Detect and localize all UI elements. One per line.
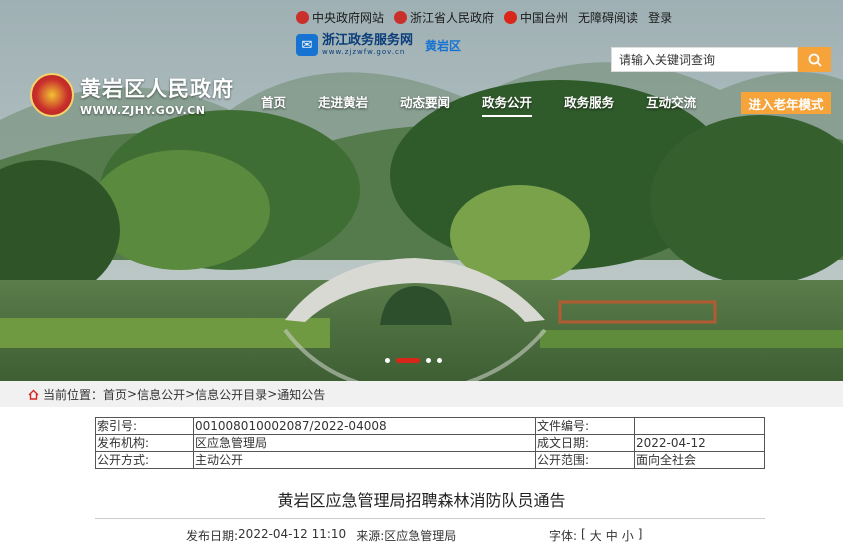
breadcrumb: 当前位置： 首页 > 信息公开 > 信息公开目录 > 通知公告: [0, 381, 843, 407]
nav-news[interactable]: 动态要闻: [400, 92, 450, 117]
breadcrumb-item-home[interactable]: 首页: [103, 386, 127, 403]
table-row: 公开方式: 主动公开 公开范围: 面向全社会: [95, 451, 765, 469]
breadcrumb-item-info-open[interactable]: 信息公开: [137, 386, 185, 403]
zj-service-name: 浙江政务服务网: [322, 33, 414, 48]
search-button[interactable]: [798, 47, 831, 72]
breadcrumb-item-notices[interactable]: 通知公告: [277, 386, 325, 403]
carousel-dot[interactable]: [385, 358, 390, 363]
main-nav: 首页 走进黄岩 动态要闻 政务公开 政务服务 互动交流: [261, 92, 696, 117]
font-label: 字体:: [549, 529, 578, 543]
zj-service-link[interactable]: ✉ 浙江政务服务网 www.zjzwfw.gov.cn 黄岩区: [296, 34, 461, 56]
table-cell: [634, 417, 765, 435]
breadcrumb-item-info-catalog[interactable]: 信息公开目录: [195, 386, 267, 403]
taizhou-emblem-icon: [504, 11, 518, 24]
national-emblem-icon: [296, 11, 309, 24]
search-input[interactable]: [611, 47, 798, 72]
publish-date: 2022-04-12 11:10: [238, 527, 347, 541]
carousel-dot[interactable]: [437, 358, 442, 363]
source-label: 来源:: [356, 529, 385, 543]
search-icon: [808, 53, 822, 67]
article-title: 黄岩区应急管理局招聘森林消防队员通告: [277, 491, 566, 510]
table-cell: 面向全社会: [634, 451, 765, 469]
table-row: 发布机构: 区应急管理局 成文日期: 2022-04-12: [95, 434, 765, 452]
font-size-medium[interactable]: 中: [606, 527, 618, 544]
nav-home[interactable]: 首页: [261, 92, 286, 117]
font-size-large[interactable]: 大: [590, 527, 602, 544]
article-meta: 发布日期: 2022-04-12 11:10 来源: 区应急管理局: [186, 527, 456, 544]
search-box: [611, 47, 831, 72]
zhejiang-emblem-icon: [394, 11, 408, 24]
carousel-dot-active[interactable]: [396, 358, 420, 363]
zj-service-logo-icon: ✉: [296, 34, 318, 56]
top-link-zhejiang-gov[interactable]: 浙江省人民政府: [394, 9, 494, 26]
top-link-central-gov[interactable]: 中央政府网站: [296, 9, 384, 26]
breadcrumb-prefix: 当前位置：: [43, 387, 104, 402]
carousel-dot[interactable]: [426, 358, 431, 363]
top-links: 中央政府网站 浙江省人民政府 中国台州 无障碍阅读 登录: [296, 9, 672, 26]
table-cell: 主动公开: [193, 451, 536, 469]
table-cell: 公开范围:: [535, 451, 635, 469]
top-link-taizhou[interactable]: 中国台州: [504, 9, 568, 26]
carousel-dots: [385, 358, 442, 363]
hero-banner: 中央政府网站 浙江省人民政府 中国台州 无障碍阅读 登录 ✉ 浙江政务服务网 w…: [0, 0, 843, 381]
table-cell: 索引号:: [95, 417, 194, 435]
site-url: WWW.ZJHY.GOV.CN: [80, 104, 206, 117]
site-title: 黄岩区人民政府: [80, 77, 234, 101]
font-size-control: 字体: [ 大 中 小 ]: [549, 527, 643, 544]
divider: [95, 518, 765, 519]
zj-service-url: www.zjzwfw.gov.cn: [322, 48, 406, 56]
font-size-small[interactable]: 小: [622, 527, 634, 544]
table-cell: 文件编号:: [535, 417, 635, 435]
home-icon: [28, 389, 39, 400]
table-cell: 成文日期:: [535, 434, 635, 452]
table-cell: 2022-04-12: [634, 434, 765, 452]
site-brand[interactable]: 黄岩区人民政府 WWW.ZJHY.GOV.CN: [30, 73, 234, 117]
login-link[interactable]: 登录: [648, 9, 672, 26]
table-cell: 001008010002087/2022-04008: [193, 417, 536, 435]
elder-mode-button[interactable]: 进入老年模式: [741, 92, 831, 114]
source-value: 区应急管理局: [384, 529, 457, 543]
table-cell: 公开方式:: [95, 451, 194, 469]
nav-gov-services[interactable]: 政务服务: [564, 92, 614, 117]
nav-gov-affairs-open[interactable]: 政务公开: [482, 92, 533, 117]
zj-service-district: 黄岩区: [425, 38, 462, 53]
document-info-table: 索引号: 001008010002087/2022-04008 文件编号: 发布…: [95, 417, 765, 469]
publish-label: 发布日期:: [186, 529, 239, 543]
table-row: 索引号: 001008010002087/2022-04008 文件编号:: [95, 417, 765, 435]
top-link-accessibility[interactable]: 无障碍阅读: [578, 9, 638, 26]
table-cell: 区应急管理局: [193, 434, 536, 452]
national-emblem-logo: [30, 73, 74, 117]
table-cell: 发布机构:: [95, 434, 194, 452]
nav-about-huangyan[interactable]: 走进黄岩: [318, 92, 368, 117]
nav-interaction[interactable]: 互动交流: [646, 92, 696, 117]
